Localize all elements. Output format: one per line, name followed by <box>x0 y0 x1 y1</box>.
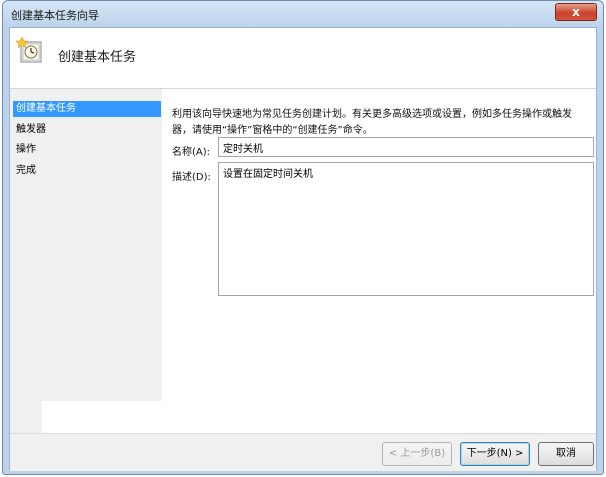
wizard-window: 创建基本任务向导 x 创建基本任务 创建基本任务 触发器 操作 完成 利用该向导… <box>2 0 604 475</box>
task-description-textarea[interactable]: 设置在固定时间关机 <box>218 162 594 296</box>
task-name-input[interactable]: 定时关机 <box>218 137 594 157</box>
back-button[interactable]: < 上一步(B) <box>382 442 452 466</box>
wizard-footer: < 上一步(B) 下一步(N) > 取消 <box>10 433 596 471</box>
step-trigger[interactable]: 触发器 <box>13 122 161 138</box>
description-line-1: 利用该向导快速地为常见任务创建计划。有关更多高级选项或设置，例如多任务操作或触发 <box>172 109 572 120</box>
close-icon: x <box>572 5 580 19</box>
title-bar[interactable]: 创建基本任务向导 x <box>3 1 603 27</box>
description-label: 描述(D): <box>172 172 211 183</box>
cancel-button[interactable]: 取消 <box>538 442 594 466</box>
wizard-description: 利用该向导快速地为常见任务创建计划。有关更多高级选项或设置，例如多任务操作或触发… <box>172 107 592 139</box>
wizard-header: 创建基本任务 <box>10 28 596 89</box>
name-label: 名称(A): <box>172 147 211 158</box>
step-action[interactable]: 操作 <box>13 142 161 158</box>
close-button[interactable]: x <box>555 3 597 21</box>
page-title: 创建基本任务 <box>58 50 137 65</box>
step-finish[interactable]: 完成 <box>13 163 161 179</box>
step-create-basic-task[interactable]: 创建基本任务 <box>13 101 161 117</box>
next-button[interactable]: 下一步(N) > <box>460 442 530 466</box>
wizard-client-area: 创建基本任务 创建基本任务 触发器 操作 完成 利用该向导快速地为常见任务创建计… <box>9 27 597 471</box>
task-clock-icon <box>16 36 42 63</box>
wizard-steps-sidebar: 创建基本任务 触发器 操作 完成 <box>10 89 162 441</box>
window-title: 创建基本任务向导 <box>11 9 99 22</box>
